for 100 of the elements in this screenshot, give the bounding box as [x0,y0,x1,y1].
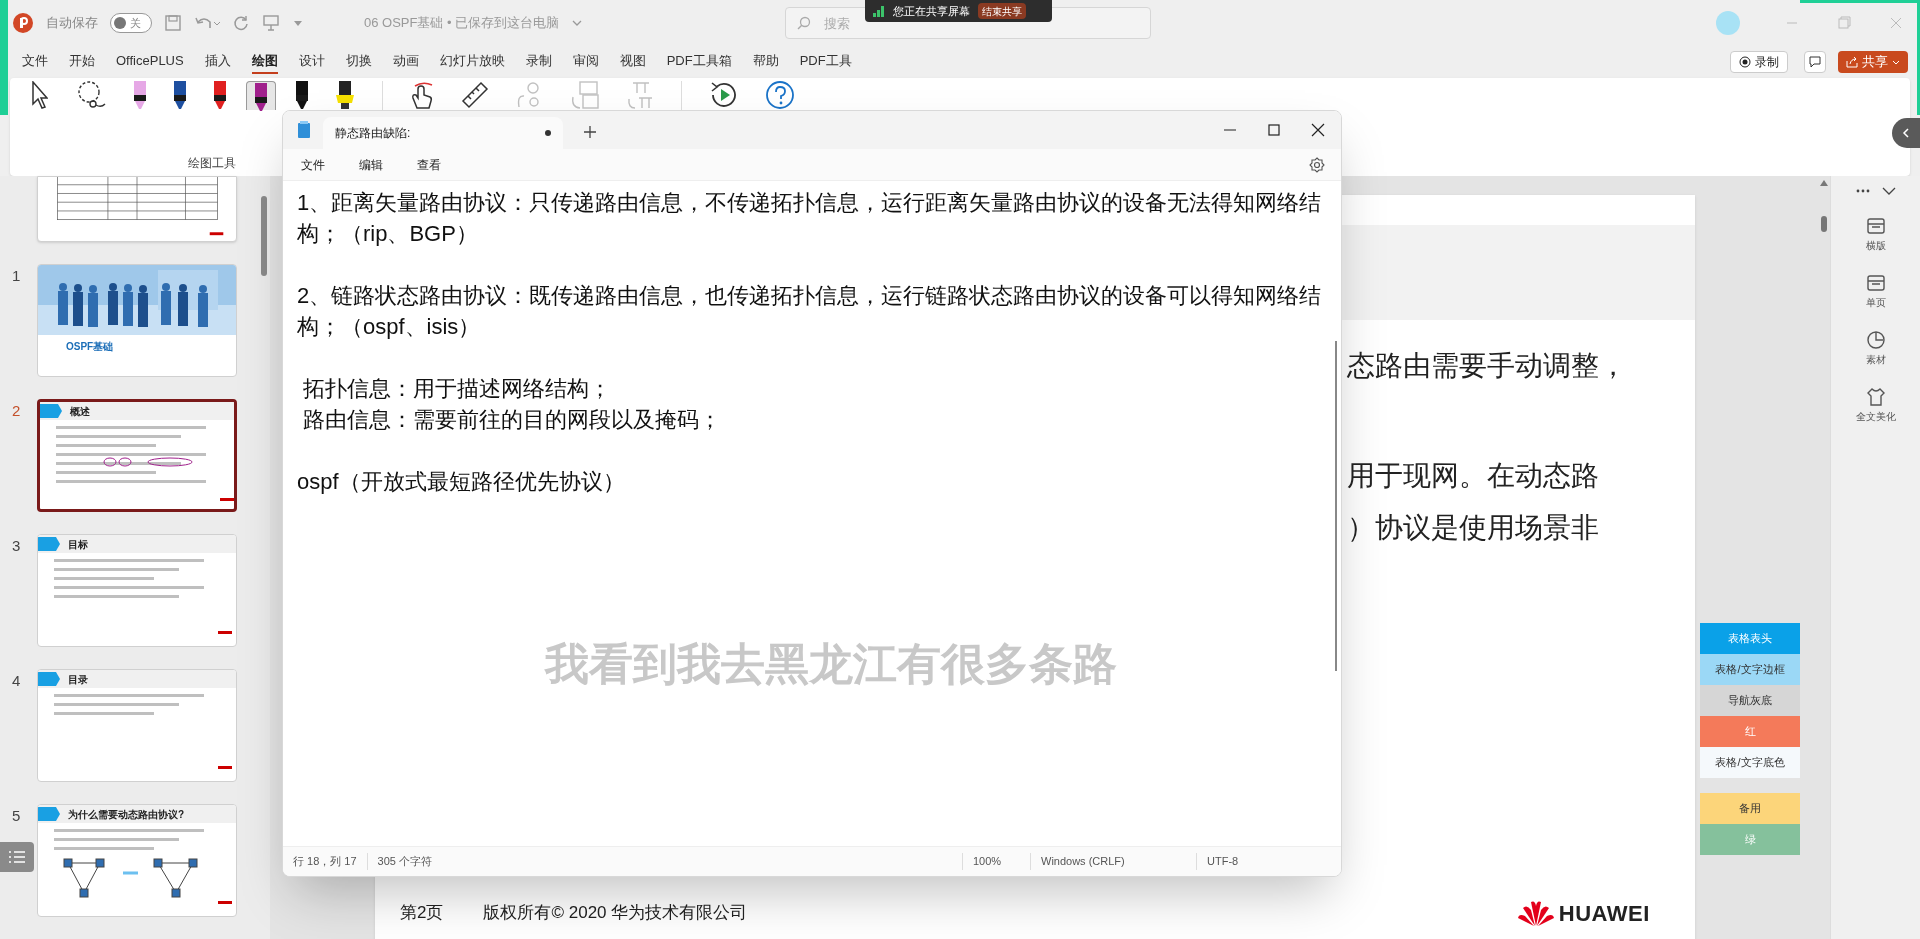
slide-number: 1 [12,268,21,283]
menu-tab[interactable]: 帮助 [752,50,779,74]
menu-tab[interactable]: PDF工具 [799,50,852,74]
thumbnail-title: 目录 [68,672,88,687]
side-panel-button[interactable]: 单页 [1865,273,1886,310]
text-line: 拓扑信息：用于描述网络结构； [302,375,613,403]
color-swatch-button[interactable]: 表格/文字边框 [1700,654,1800,685]
record-icon [1739,56,1751,68]
document-title: 06 OSPF基础 • 已保存到这台电脑 [364,14,560,33]
menu-item[interactable]: 文件 [295,155,331,174]
save-icon[interactable] [164,14,182,32]
signal-icon [873,5,885,17]
menu-tab[interactable]: 切换 [345,50,372,74]
presentation-icon[interactable] [262,14,280,32]
ribbon-group-label: 绘图工具 [188,155,236,172]
line-ending: Windows (CRLF) [1030,853,1196,870]
side-panel-button[interactable]: 横版 [1865,216,1886,253]
slide-thumbnail[interactable] [37,176,237,242]
document-tab[interactable]: 静态路由缺陷: [323,117,563,149]
text-line: 2、链路状态路由协议：既传递路由信息，也传递拓扑信息，运行链路状态路由协议的设备可以得知网络结构；（ospf、isis） [297,282,1323,341]
maximize-icon[interactable] [1267,123,1281,137]
slide-thumbnail[interactable]: 目标 [37,534,237,647]
comment-icon [1809,56,1821,68]
pen-button[interactable] [246,81,276,110]
thumbnail-title: OSPF基础 [65,340,115,354]
layout-icon [1865,273,1886,293]
copyright: 版权所有© 2020 华为技术有限公司 [483,902,748,925]
slide-number: 4 [12,673,21,688]
chevron-down-icon[interactable] [1881,186,1896,196]
menu-tab[interactable]: 开始 [69,50,95,74]
slide-text: 态路由需要手动调整， [1347,349,1628,383]
menu-tab[interactable]: 审阅 [572,50,599,74]
redo-icon[interactable] [232,14,250,32]
menu-tab[interactable]: 幻灯片放映 [439,50,505,74]
caret-icon [1892,58,1900,66]
cursor-position: 行 18，列 17 [283,853,368,870]
section-icon [38,807,60,821]
autosave-toggle[interactable]: 关 [110,13,152,33]
menu-tab[interactable]: PDF工具箱 [666,50,732,74]
chevron-left-icon [1901,128,1911,138]
scrollbar-thumb[interactable] [261,196,267,276]
menu-tab[interactable]: 绘图 [251,50,278,74]
menu-item[interactable]: 编辑 [353,155,389,174]
slide-thumbnail[interactable]: 目录 [37,669,237,782]
menu-tab[interactable]: OfficePLUS [116,50,184,74]
menu-tab[interactable]: 视图 [619,50,646,74]
scroll-up-icon[interactable] [1820,180,1828,186]
slide-thumbnail[interactable]: 为什么需要动态路由协议? [37,804,237,917]
color-swatch-button[interactable]: 导航灰底 [1700,685,1800,716]
scrollbar-track[interactable] [1335,341,1337,671]
menu-tab[interactable]: 录制 [525,50,552,74]
character-count: 305 个字符 [376,854,433,870]
side-panel-button[interactable]: 素材 [1865,330,1886,367]
menu-tab[interactable]: 文件 [22,50,48,74]
slide-number: 2 [12,403,21,418]
more-icon[interactable] [1855,189,1870,193]
slide-thumbnail[interactable]: OSPF基础 [37,264,237,377]
text-line: 路由信息：需要前往的目的网段以及掩码； [302,406,723,434]
color-swatch-button[interactable]: 表格/文字底色 [1700,747,1800,778]
logo-text: HUAWEI [1558,899,1650,928]
new-tab-icon[interactable] [583,125,597,139]
thumbnail-title: 概述 [70,404,90,419]
section-icon [38,537,60,551]
text-line: ospf（开放式最短路径优先协议） [297,468,626,496]
slide-thumbnail[interactable]: 概述 [37,399,237,512]
close-icon[interactable] [1311,123,1325,137]
layout-icon [1865,216,1886,236]
thumbnail-title: 为什么需要动态路由协议? [68,807,185,822]
section-icon [38,672,60,686]
outline-button[interactable] [0,842,34,872]
shirt-icon [1865,387,1886,407]
side-panel-button[interactable]: 全文美化 [1855,387,1896,424]
menu-tab[interactable]: 设计 [298,50,325,74]
text-line: 1、距离矢量路由协议：只传递路由信息，不传递拓扑信息，运行距离矢量路由协议的设备无法得知网络结构；（rip、BGP） [297,189,1323,248]
settings-icon[interactable] [1309,156,1325,173]
menu-item[interactable]: 查看 [411,155,447,174]
slide-number: 3 [12,538,21,553]
color-swatch-button[interactable]: 备用 [1700,793,1800,824]
share-icon [1846,56,1858,68]
search-icon [797,16,812,30]
thumbnail-title: 目标 [68,537,88,552]
notepad-icon [297,121,311,139]
slide-number: 5 [12,808,21,823]
collapse-panel-button[interactable] [1892,118,1920,148]
encoding: UTF-8 [1196,853,1341,870]
autosave-label: 自动保存 [46,14,98,33]
section-icon [40,404,62,418]
page-number: 第2页 [400,902,444,925]
zoom-level: 100% [962,853,1030,870]
menu-tab[interactable]: 插入 [204,50,231,74]
slide-text: ）协议是使用场景非 [1347,511,1600,545]
list-icon [8,849,26,865]
comment-button[interactable] [1804,51,1826,73]
scrollbar-thumb[interactable] [1821,216,1827,232]
slide-text: 用于现网。在动态路 [1347,459,1600,493]
stop-sharing-button[interactable]: 结束共享 [978,3,1026,19]
app-logo-icon [12,12,34,34]
record-button[interactable]: 录制 [1730,51,1788,73]
menu-tab[interactable]: 动画 [392,50,419,74]
share-button[interactable]: 共享 [1838,51,1908,73]
